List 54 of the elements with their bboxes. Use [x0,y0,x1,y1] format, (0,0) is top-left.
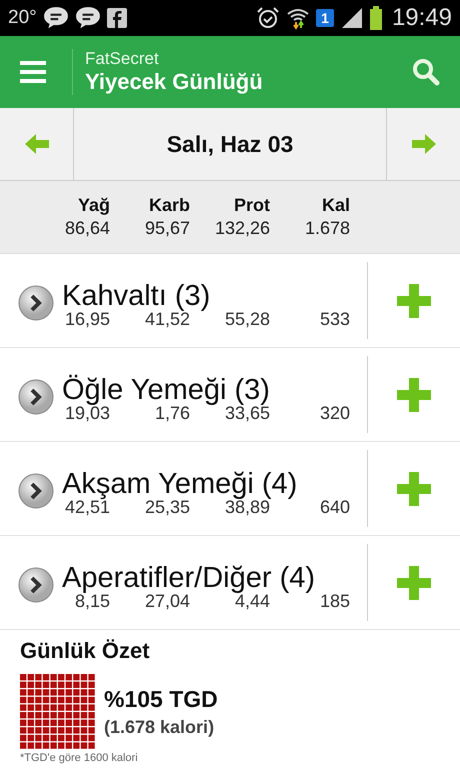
search-icon[interactable] [412,58,440,86]
meal-value: 320 [318,403,350,424]
meal-value: 25,35 [144,497,190,518]
expand-icon[interactable] [18,567,54,603]
plus-icon [397,566,431,600]
meal-value: 533 [318,309,350,330]
meal-value: 185 [318,591,350,612]
column-header: Prot [233,195,270,216]
signal-icon [340,6,364,30]
total-value: 1.678 [304,218,350,239]
left-arrow-icon [24,134,48,154]
percent-text: %105 TGD [104,686,218,713]
meal-row[interactable]: Aperatifler/Diğer (4) 8,15 27,04 4,44 185 [0,544,368,621]
meal-value: 16,95 [64,309,110,330]
expand-icon[interactable] [18,379,54,415]
alarm-clock-icon [256,6,280,30]
clock-time: 19:49 [392,4,452,32]
wifi-icon [286,6,310,30]
column-header: Karb [148,195,190,216]
plus-icon [397,378,431,412]
expand-icon[interactable] [18,473,54,509]
chat-icon [74,6,101,30]
facebook-icon [106,8,127,28]
calories-text: (1.678 kalori) [104,717,216,738]
total-value: 132,26 [214,218,270,239]
chat-icon [42,6,69,30]
column-header: Kal [320,195,350,216]
meal-name: Aperatifler/Diğer (4) [62,562,316,594]
summary-title: Günlük Özet [20,638,151,664]
meal-name: Kahvaltı (3) [62,280,210,312]
right-arrow-icon [412,134,436,154]
meal-value: 27,04 [144,591,190,612]
meal-row[interactable]: Öğle Yemeği (3) 19,03 1,76 33,65 320 [0,356,368,433]
app-name: FatSecret [85,49,160,69]
meal-value: 1,76 [154,403,190,424]
footnote: *TGD'e göre 1600 kalori [20,752,139,764]
sim-badge: 1 [316,9,334,27]
expand-icon[interactable] [18,285,54,321]
plus-icon [397,472,431,506]
column-header: Yağ [76,195,110,216]
meal-name: Akşam Yemeği (4) [62,468,298,500]
battery-icon [370,6,382,30]
meal-name: Öğle Yemeği (3) [62,374,270,406]
temperature: 20° [8,7,37,29]
meal-row[interactable]: Kahvaltı (3) 16,95 41,52 55,28 533 [0,262,368,339]
plus-icon [397,284,431,318]
meal-value: 55,28 [224,309,270,330]
screen-title: Yiyecek Günlüğü [85,69,264,95]
meal-value: 640 [318,497,350,518]
total-value: 95,67 [144,218,190,239]
meal-row[interactable]: Akşam Yemeği (4) 42,51 25,35 38,89 640 [0,450,368,527]
date-label: Salı, Haz 03 [166,130,294,158]
menu-icon[interactable] [20,61,46,83]
total-value: 86,64 [64,218,110,239]
